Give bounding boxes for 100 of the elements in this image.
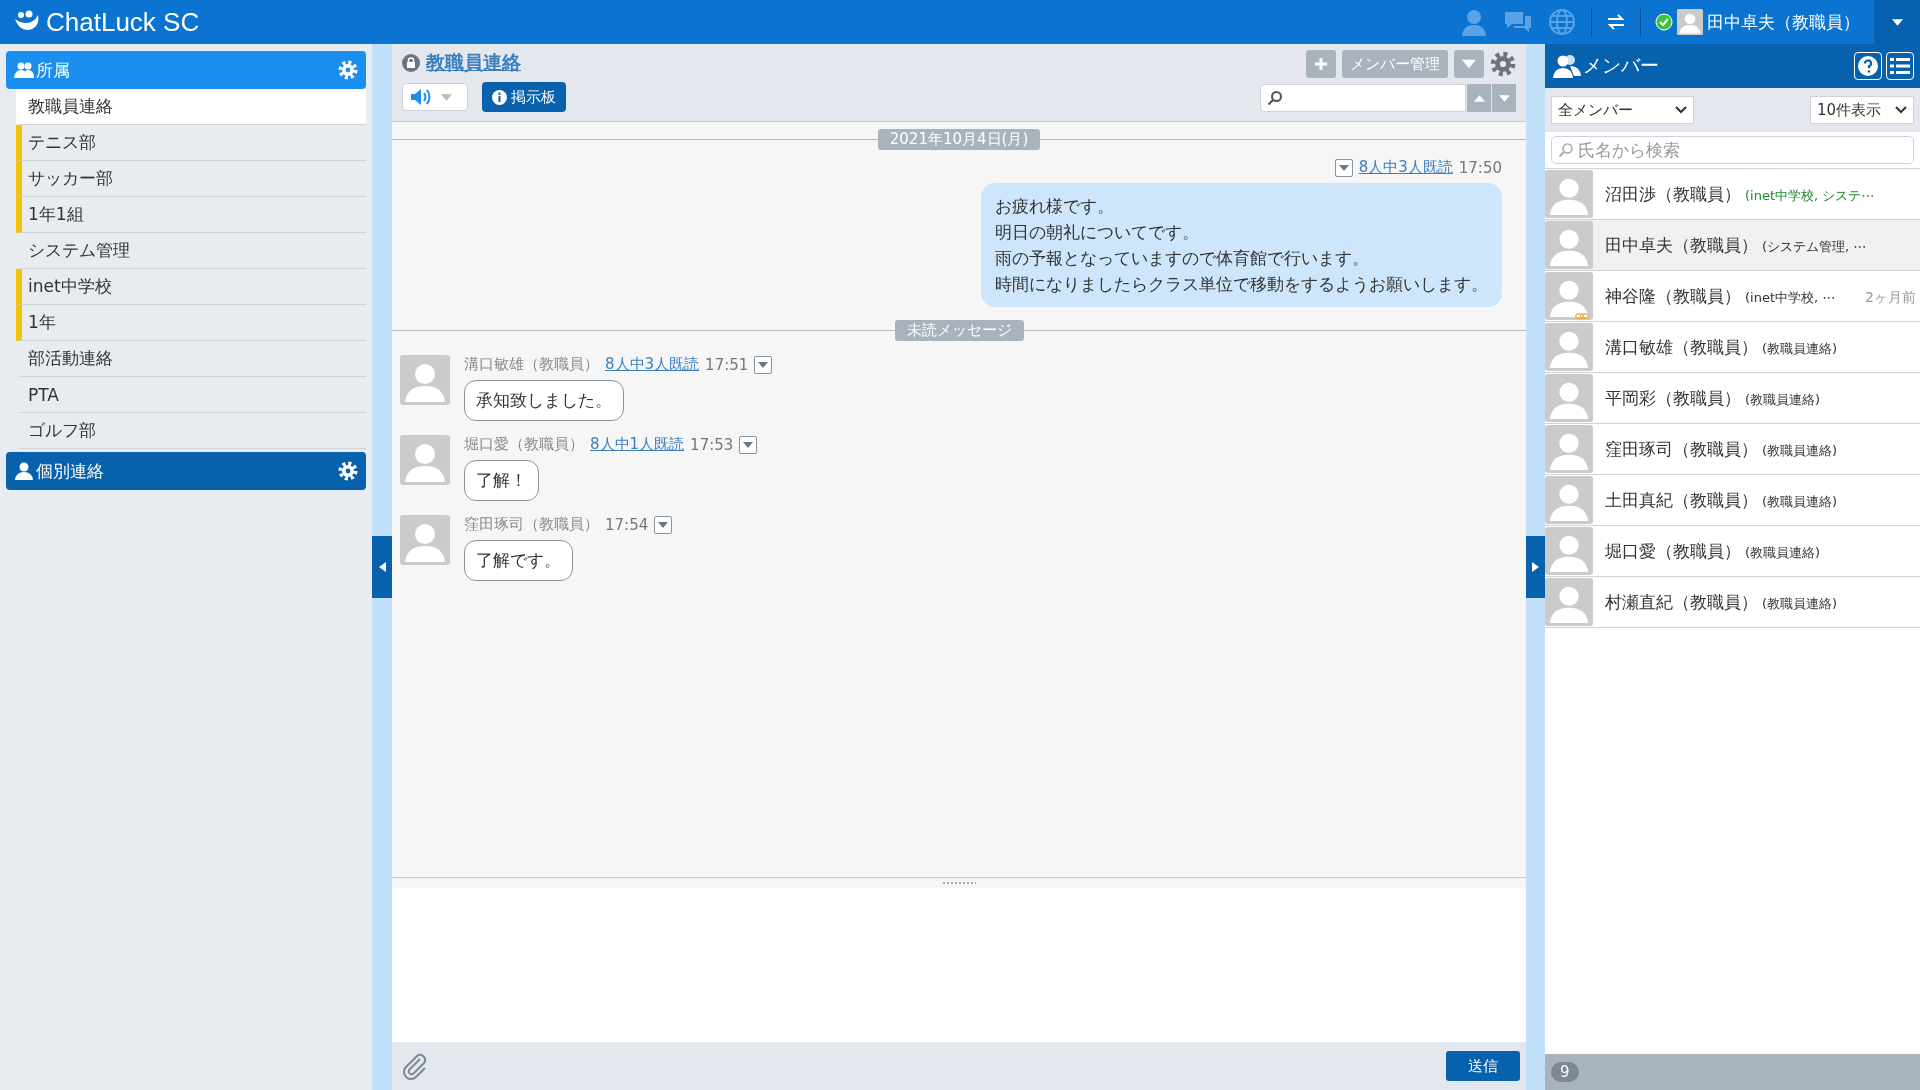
channel-item[interactable]: PTA — [16, 377, 366, 413]
resize-handle[interactable] — [942, 881, 976, 885]
message-time: 17:53 — [690, 435, 734, 454]
up-caret-icon — [1473, 94, 1485, 102]
caret-icon — [658, 521, 669, 528]
collapse-left-button[interactable] — [372, 536, 392, 598]
avatar-icon — [1545, 527, 1593, 575]
channel-item[interactable]: 1年 — [16, 305, 366, 341]
member-filter-dropdown[interactable]: 全メンバー — [1551, 96, 1694, 124]
avatar-icon — [400, 515, 450, 565]
panel-title: メンバー — [1583, 53, 1659, 78]
member-groups: (教職員連絡) — [1762, 441, 1838, 460]
help-button[interactable] — [1854, 52, 1882, 80]
channel-item[interactable]: inet中学校 — [16, 269, 366, 305]
message-menu-button[interactable] — [754, 355, 773, 374]
page-size-dropdown[interactable]: 10件表示 — [1810, 96, 1914, 124]
member-groups: (システム管理, ⋯ — [1762, 237, 1867, 256]
member-groups: (教職員連絡) — [1762, 339, 1838, 358]
sender-name: 堀口愛（教職員） — [464, 435, 584, 454]
message-menu-button[interactable] — [654, 515, 673, 534]
message-bubble: 承知致しました。 — [464, 380, 624, 421]
message-bubble: 了解です。 — [464, 540, 573, 581]
message-menu-button[interactable] — [1334, 158, 1353, 177]
message-line: 明日の朝礼についてです。 — [995, 221, 1199, 244]
channel-item[interactable]: テニス部 — [16, 125, 366, 161]
user-menu-button[interactable] — [1874, 0, 1920, 44]
caret-icon — [758, 361, 769, 368]
member-groups: (inet中学校, ⋯ — [1745, 288, 1836, 307]
member-groups: (教職員連絡) — [1762, 594, 1838, 613]
member-name: 村瀬直紀（教職員） — [1605, 590, 1758, 614]
read-receipt-link[interactable]: 8人中1人既読 — [590, 435, 685, 454]
plus-icon — [1314, 57, 1328, 71]
previous-result-button[interactable] — [1467, 84, 1491, 112]
member-item[interactable]: 平岡彩（教職員） (教職員連絡) — [1545, 373, 1920, 424]
avatar-icon — [400, 355, 450, 405]
member-name: 田中卓夫（教職員） — [1605, 233, 1758, 257]
message-time: 17:54 — [605, 515, 649, 534]
caret-icon — [1462, 57, 1476, 71]
list-view-button[interactable] — [1886, 52, 1914, 80]
member-count-badge: 9 — [1551, 1062, 1579, 1082]
member-item[interactable]: 田中卓夫（教職員） (システム管理, ⋯ — [1545, 220, 1920, 271]
avatar-icon — [1677, 9, 1703, 35]
member-groups: (inet中学校, システ⋯ — [1745, 186, 1875, 205]
group-header[interactable]: 個別連絡 — [6, 452, 366, 490]
last-seen: 2ヶ月前 — [1865, 288, 1917, 307]
member-search-field[interactable]: 氏名から検索 — [1551, 136, 1914, 164]
member-item[interactable]: 村瀬直紀（教職員） (教職員連絡) — [1545, 577, 1920, 628]
message-line: お疲れ様です。 — [995, 195, 1114, 218]
message-time: 17:50 — [1458, 158, 1502, 177]
swap-icon[interactable] — [1606, 12, 1626, 32]
channel-item[interactable]: ゴルフ部 — [16, 413, 366, 449]
message-input[interactable] — [392, 888, 1526, 1042]
member-item[interactable]: 土田真紀（教職員） (教職員連絡) — [1545, 475, 1920, 526]
group-title: 所属 — [36, 58, 70, 82]
caret-icon — [1338, 164, 1349, 171]
channel-item[interactable]: 教職員連絡 — [16, 89, 366, 125]
collapse-right-button[interactable] — [1526, 536, 1545, 598]
left-triangle-icon — [378, 562, 386, 572]
user-name[interactable]: 田中卓夫（教職員） — [1707, 10, 1860, 34]
caret-icon — [441, 93, 452, 101]
caret-icon — [743, 441, 754, 448]
member-name: 窪田琢司（教職員） — [1605, 437, 1758, 461]
member-name: 溝口敏雄（教職員） — [1605, 335, 1758, 359]
next-result-button[interactable] — [1492, 84, 1516, 112]
member-item[interactable]: 沼田渉（教職員） (inet中学校, システ⋯ — [1545, 169, 1920, 220]
lock-icon — [402, 54, 420, 72]
search-icon — [1267, 90, 1283, 106]
send-button[interactable]: 送信 — [1446, 1051, 1520, 1081]
channel-item[interactable]: 部活動連絡 — [16, 341, 366, 377]
message-menu-button[interactable] — [739, 435, 758, 454]
member-item[interactable]: 窪田琢司（教職員） (教職員連絡) — [1545, 424, 1920, 475]
read-receipt-link[interactable]: 8人中3人既読 — [605, 355, 700, 374]
dropdown-button[interactable] — [1454, 50, 1484, 78]
avatar-icon — [1545, 221, 1593, 269]
member-item[interactable]: 神谷隆（教職員） (inet中学校, ⋯ 2ヶ月前 — [1545, 271, 1920, 322]
members-icon — [1553, 53, 1581, 79]
sound-toggle[interactable] — [402, 83, 468, 111]
chevron-down-icon — [1675, 106, 1687, 114]
member-name: 平岡彩（教職員） — [1605, 386, 1741, 410]
member-item[interactable]: 溝口敏雄（教職員） (教職員連絡) — [1545, 322, 1920, 373]
message-search-field[interactable] — [1260, 84, 1466, 112]
member-groups: (教職員連絡) — [1762, 492, 1838, 511]
member-name: 沼田渉（教職員） — [1605, 182, 1741, 206]
globe-icon[interactable] — [1547, 7, 1577, 37]
read-receipt-link[interactable]: 8人中3人既読 — [1358, 158, 1453, 177]
member-name: 神谷隆（教職員） — [1605, 284, 1741, 308]
member-groups: (教職員連絡) — [1745, 390, 1821, 409]
channel-item[interactable]: システム管理 — [16, 233, 366, 269]
add-button[interactable] — [1306, 50, 1336, 78]
member-name: 土田真紀（教職員） — [1605, 488, 1758, 512]
channel-item[interactable]: 1年1組 — [16, 197, 366, 233]
channel-item[interactable]: サッカー部 — [16, 161, 366, 197]
avatar-icon — [1545, 170, 1593, 218]
right-triangle-icon — [1532, 562, 1539, 572]
bulletin-board-button[interactable]: 掲示板 — [482, 82, 566, 112]
member-item[interactable]: 堀口愛（教職員） (教職員連絡) — [1545, 526, 1920, 577]
settings-icon[interactable] — [1490, 51, 1516, 77]
person-icon[interactable] — [1459, 7, 1489, 37]
sender-name: 窪田琢司（教職員） — [464, 515, 599, 534]
people-icon — [14, 60, 34, 80]
